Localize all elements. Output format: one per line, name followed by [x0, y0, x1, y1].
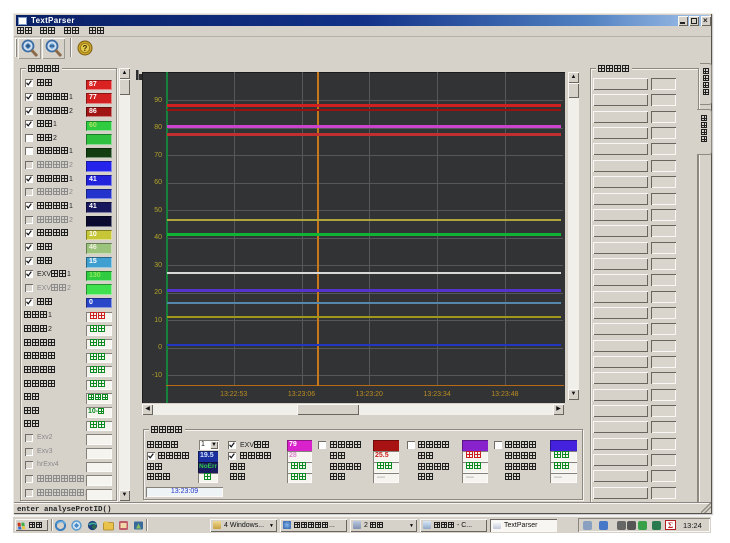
svg-text:?: ? — [83, 44, 88, 53]
